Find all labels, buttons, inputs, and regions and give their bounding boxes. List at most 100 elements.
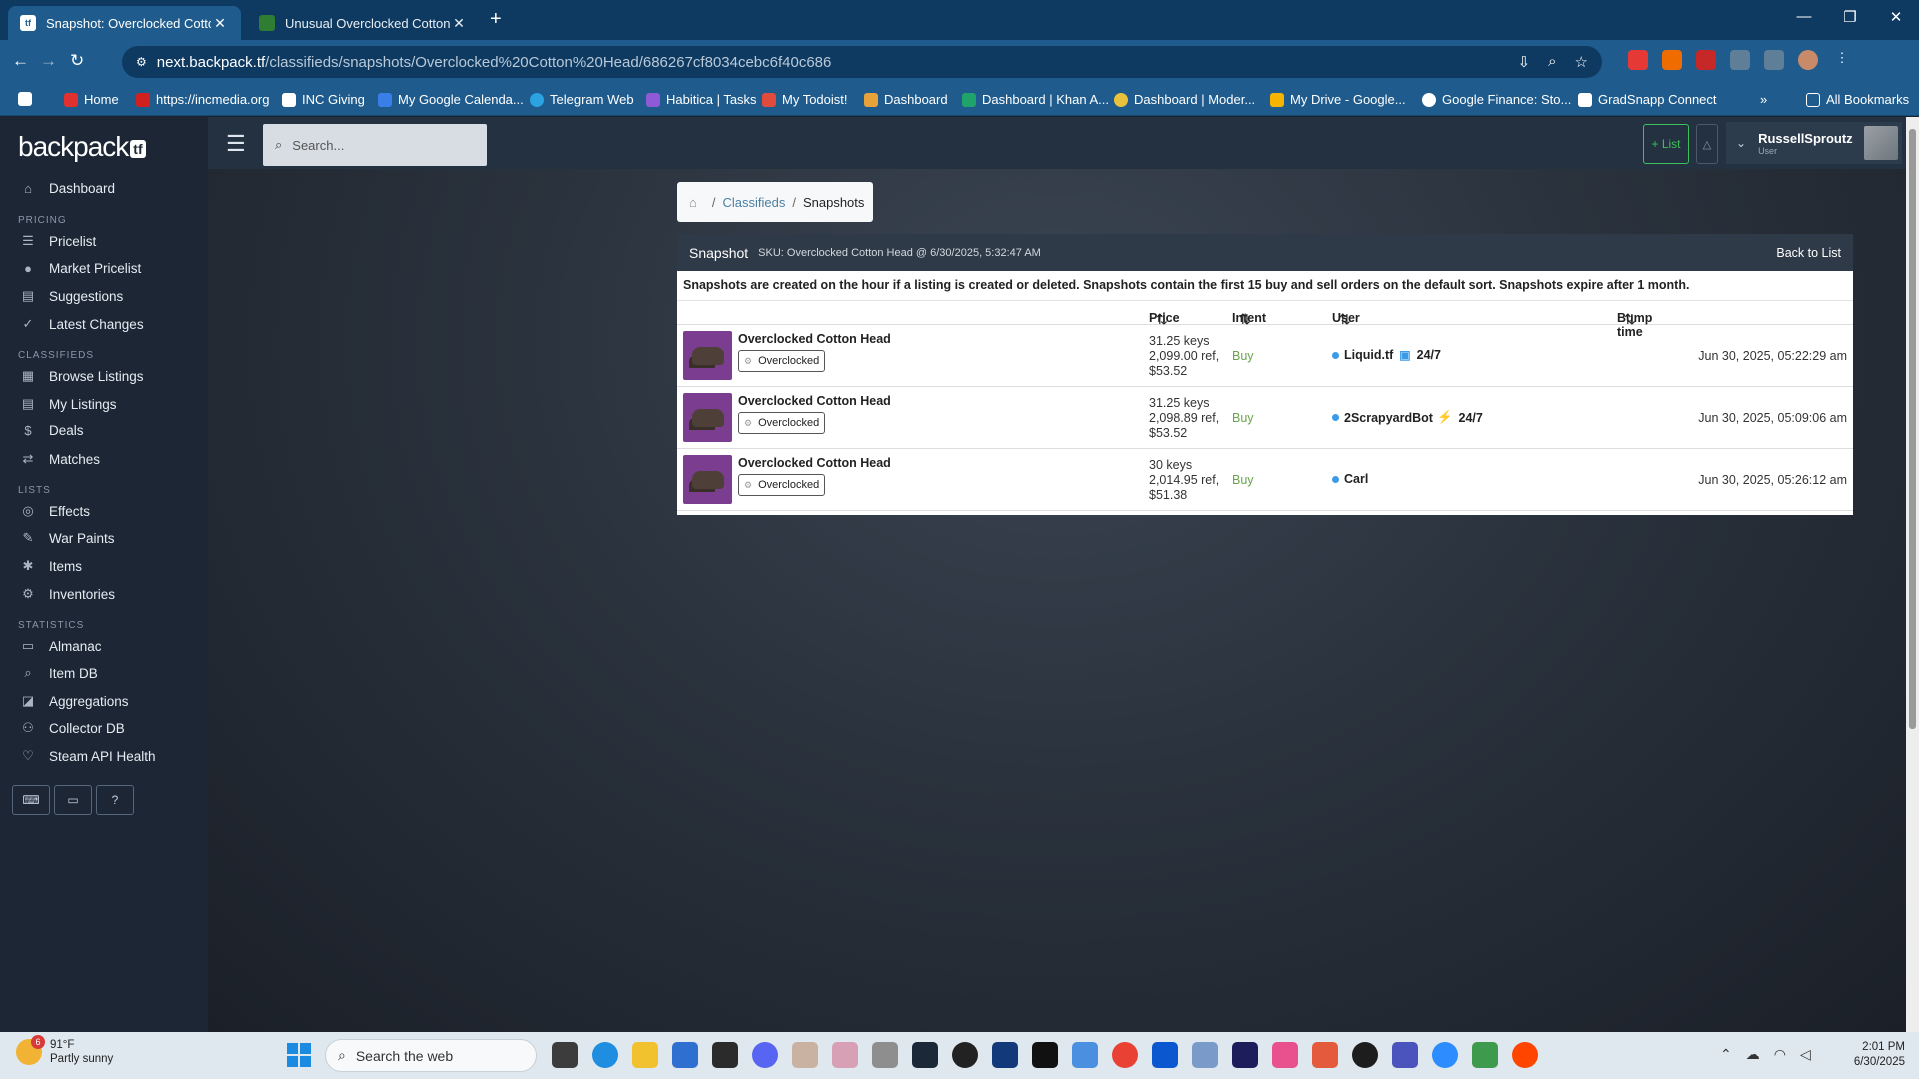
sidebar-item-browse-listings[interactable]: ▦ Browse Listings bbox=[20, 368, 144, 384]
sidebar-item-dashboard[interactable]: ⌂ Dashboard bbox=[20, 181, 115, 196]
sidebar-item-my-listings[interactable]: ▤ My Listings bbox=[20, 396, 117, 412]
user[interactable]: 2ScrapyardBot ⚡ 24/7 bbox=[1332, 410, 1483, 425]
help-icon[interactable]: ? bbox=[96, 785, 134, 815]
search-input[interactable]: ⌕ Search... bbox=[263, 124, 487, 166]
home-icon[interactable]: ⌂ bbox=[689, 195, 697, 210]
new-tab-icon[interactable]: + bbox=[490, 8, 502, 31]
steam-icon[interactable] bbox=[912, 1042, 938, 1068]
app-icon[interactable] bbox=[792, 1042, 818, 1068]
app-icon[interactable] bbox=[832, 1042, 858, 1068]
cloud-icon[interactable]: ☁ bbox=[1746, 1046, 1760, 1063]
windows-start-icon[interactable] bbox=[287, 1043, 311, 1067]
app-icon[interactable] bbox=[872, 1042, 898, 1068]
sidebar-item-matches[interactable]: ⇄ Matches bbox=[20, 451, 100, 467]
app-icon[interactable] bbox=[1312, 1042, 1338, 1068]
restore-icon[interactable]: ❐ bbox=[1827, 8, 1873, 26]
table-row[interactable]: Overclocked Cotton Head ⚙ Overclocked 30 … bbox=[677, 449, 1853, 511]
teams-icon[interactable] bbox=[1392, 1042, 1418, 1068]
epic-games-icon[interactable] bbox=[712, 1042, 738, 1068]
taskbar-search[interactable]: ⌕ Search the web bbox=[325, 1039, 537, 1072]
close-icon[interactable]: ✕ bbox=[211, 15, 229, 32]
hamburger-icon[interactable]: ☰ bbox=[226, 131, 246, 157]
close-window-icon[interactable]: ✕ bbox=[1873, 8, 1919, 26]
site-settings-icon[interactable]: ⚙ bbox=[136, 55, 147, 69]
premiere-icon[interactable] bbox=[1232, 1042, 1258, 1068]
sidebar-item-deals[interactable]: $ Deals bbox=[20, 423, 83, 438]
extension-icon[interactable] bbox=[1696, 50, 1716, 70]
tab-snapshot[interactable]: tf Snapshot: Overclocked Cotton H ✕ bbox=[8, 6, 241, 40]
bookmark-item[interactable]: Dashboard | Khan A... bbox=[962, 92, 1109, 107]
bookmark-item[interactable]: Google Finance: Sto... bbox=[1422, 92, 1571, 107]
bookmark-item[interactable]: GradSnapp Connect bbox=[1578, 92, 1717, 107]
sidebar-item-collector-db[interactable]: ⚇ Collector DB bbox=[20, 720, 125, 736]
extension-icon[interactable] bbox=[1628, 50, 1648, 70]
more-bookmarks-icon[interactable]: » bbox=[1760, 92, 1767, 107]
item-name[interactable]: Overclocked Cotton Head bbox=[738, 456, 891, 470]
sidepanel-icon[interactable] bbox=[1764, 50, 1784, 70]
app-icon[interactable] bbox=[1472, 1042, 1498, 1068]
close-icon[interactable]: ✕ bbox=[450, 15, 468, 32]
snipping-tool-icon[interactable] bbox=[1072, 1042, 1098, 1068]
bookmark-item[interactable]: Telegram Web bbox=[530, 92, 634, 107]
apps-icon[interactable] bbox=[18, 92, 38, 106]
photos-icon[interactable] bbox=[1192, 1042, 1218, 1068]
sidebar-item-aggregations[interactable]: ◪ Aggregations bbox=[20, 693, 129, 709]
bookmark-item[interactable]: My Drive - Google... bbox=[1270, 92, 1406, 107]
item-image[interactable] bbox=[683, 455, 732, 504]
table-row[interactable]: Overclocked Cotton Head ⚙ Overclocked 31.… bbox=[677, 387, 1853, 449]
keyboard-icon[interactable]: ⌨ bbox=[12, 785, 50, 815]
sidebar-item-inventories[interactable]: ⚙ Inventories bbox=[20, 586, 115, 602]
store-icon[interactable] bbox=[672, 1042, 698, 1068]
bookmark-item[interactable]: INC Giving bbox=[282, 92, 365, 107]
sidebar-item-item-db[interactable]: ⌕ Item DB bbox=[20, 665, 97, 681]
sidebar-item-steam-api-health[interactable]: ♡ Steam API Health bbox=[20, 748, 155, 764]
weather-widget[interactable]: 6 91°F Partly sunny bbox=[16, 1035, 113, 1066]
profile-avatar[interactable] bbox=[1798, 50, 1818, 70]
bookmark-item[interactable]: Habitica | Tasks bbox=[646, 92, 757, 107]
monitor-icon[interactable]: ▭ bbox=[54, 785, 92, 815]
sidebar-item-suggestions[interactable]: ▤ Suggestions bbox=[20, 288, 123, 304]
star-icon[interactable]: ☆ bbox=[1575, 53, 1588, 71]
sidebar-item-pricelist[interactable]: ☰ Pricelist bbox=[20, 233, 96, 249]
create-listing-button[interactable]: + List bbox=[1643, 124, 1689, 164]
all-bookmarks[interactable]: All Bookmarks bbox=[1806, 92, 1909, 107]
sidebar-item-items[interactable]: ✱ Items bbox=[20, 558, 82, 574]
user[interactable]: Liquid.tf ▣ 24/7 bbox=[1332, 348, 1441, 362]
sidebar-item-almanac[interactable]: ▭ Almanac bbox=[20, 638, 102, 654]
wifi-icon[interactable]: ◠ bbox=[1774, 1046, 1786, 1063]
tab-unusual[interactable]: Unusual Overclocked Cotton He ✕ bbox=[247, 6, 480, 40]
malwarebytes-icon[interactable] bbox=[1152, 1042, 1178, 1068]
item-image[interactable] bbox=[683, 331, 732, 380]
item-image[interactable] bbox=[683, 393, 732, 442]
volume-icon[interactable]: ◁ bbox=[1800, 1046, 1811, 1063]
chrome-icon[interactable] bbox=[1112, 1042, 1138, 1068]
zoom-icon[interactable]: ⌕ bbox=[1548, 53, 1556, 71]
media-player-icon[interactable] bbox=[1352, 1042, 1378, 1068]
reddit-icon[interactable] bbox=[1512, 1042, 1538, 1068]
file-explorer-icon[interactable] bbox=[632, 1042, 658, 1068]
breadcrumb-classifieds[interactable]: Classifieds bbox=[722, 195, 785, 210]
scrollbar[interactable] bbox=[1906, 117, 1919, 1032]
app-icon[interactable] bbox=[1032, 1042, 1058, 1068]
back-icon[interactable]: ← bbox=[12, 51, 29, 71]
zoom-icon[interactable] bbox=[1432, 1042, 1458, 1068]
puzzle-icon[interactable] bbox=[1730, 50, 1750, 70]
app-icon[interactable] bbox=[992, 1042, 1018, 1068]
chevron-up-icon[interactable]: ⌃ bbox=[1720, 1046, 1732, 1063]
bookmark-item[interactable]: My Google Calenda... bbox=[378, 92, 524, 107]
extension-icon[interactable] bbox=[1662, 50, 1682, 70]
install-icon[interactable]: ⇩ bbox=[1518, 53, 1531, 71]
forward-icon[interactable]: → bbox=[40, 51, 57, 71]
app-icon[interactable] bbox=[1272, 1042, 1298, 1068]
bell-icon[interactable]: △ bbox=[1696, 124, 1718, 164]
edge-icon[interactable] bbox=[592, 1042, 618, 1068]
sidebar-item-war-paints[interactable]: ✎ War Paints bbox=[20, 530, 115, 546]
bookmark-item[interactable]: Dashboard bbox=[864, 92, 948, 107]
menu-icon[interactable]: ⋮ bbox=[1832, 50, 1852, 70]
sidebar-item-effects[interactable]: ◎ Effects bbox=[20, 503, 90, 519]
sidebar-item-market-pricelist[interactable]: ● Market Pricelist bbox=[20, 261, 141, 276]
clock[interactable]: 2:01 PM 6/30/2025 bbox=[1854, 1040, 1905, 1070]
reload-icon[interactable]: ↻ bbox=[70, 51, 84, 71]
obs-icon[interactable] bbox=[952, 1042, 978, 1068]
user-menu[interactable]: ⌄ RussellSproutz User bbox=[1726, 122, 1902, 164]
